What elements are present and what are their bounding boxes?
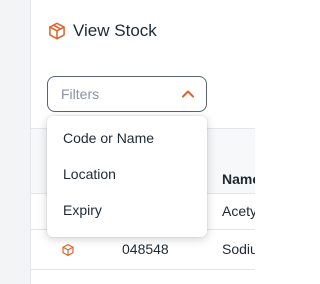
cell-name: Acety	[222, 203, 255, 219]
filters-select[interactable]: Filters	[47, 76, 207, 112]
filters-dropdown-menu: Code or Name Location Expiry	[47, 116, 207, 237]
filter-option-code-or-name[interactable]: Code or Name	[47, 120, 207, 156]
filters-placeholder: Filters	[61, 86, 100, 102]
box-icon	[62, 244, 74, 256]
page-title: View Stock	[47, 20, 157, 42]
chevron-up-icon[interactable]	[180, 86, 196, 102]
column-header-name[interactable]: Name	[222, 171, 255, 187]
view-stock-page: View Stock Name Acety 048548 Sodiu Filte…	[0, 0, 255, 284]
filter-option-location[interactable]: Location	[47, 156, 207, 192]
cell-code: 048548	[122, 241, 169, 257]
sidebar	[0, 0, 31, 284]
cell-name: Sodiu	[222, 241, 255, 257]
box-icon	[49, 22, 65, 40]
filter-option-expiry[interactable]: Expiry	[47, 192, 207, 228]
page-title-text: View Stock	[73, 21, 157, 40]
